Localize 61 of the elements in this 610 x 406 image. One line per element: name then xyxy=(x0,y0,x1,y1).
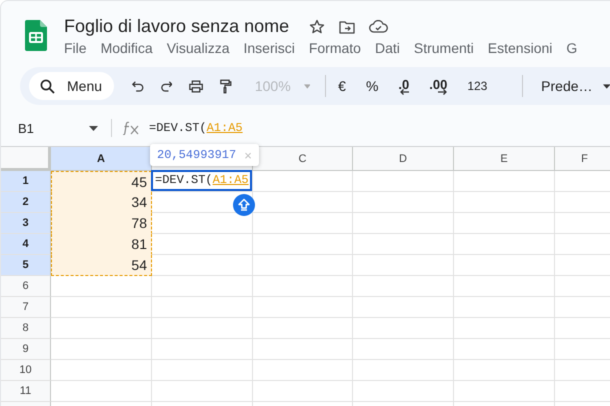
column-header[interactable]: F xyxy=(555,147,610,171)
arrow-icon xyxy=(400,89,410,95)
row-header[interactable]: 11 xyxy=(1,381,51,402)
currency-button[interactable]: € xyxy=(338,78,346,94)
preview-value: 20,54993917 xyxy=(157,148,236,162)
increase-decimals-button[interactable]: .00 xyxy=(429,79,448,95)
arrow-icon xyxy=(438,89,448,95)
cloud-check-icon[interactable] xyxy=(369,20,388,33)
column-header[interactable]: E xyxy=(454,147,555,171)
menu-item[interactable]: Formato xyxy=(308,40,361,56)
row-header[interactable]: 4 xyxy=(1,234,51,255)
percent-button[interactable]: % xyxy=(366,78,378,94)
redo-icon[interactable] xyxy=(160,80,172,92)
table-cell: 81 xyxy=(51,234,152,255)
menu-item[interactable]: Inserisci xyxy=(243,40,295,56)
row-header[interactable]: 3 xyxy=(1,213,51,234)
menu-item[interactable]: Strumenti xyxy=(414,40,474,56)
range-reference: A1:A5 xyxy=(206,121,243,135)
folder-icon[interactable] xyxy=(339,20,356,34)
column-header[interactable]: A xyxy=(51,147,152,171)
search-label: Menu xyxy=(67,78,102,94)
menu-item[interactable]: Modifica xyxy=(100,40,153,56)
function-icon xyxy=(123,121,140,135)
table-cell: 54 xyxy=(51,255,152,276)
paint-roller-icon[interactable] xyxy=(220,78,232,94)
formula-text: =DEV.ST( xyxy=(149,121,207,135)
sheets-logo-icon[interactable] xyxy=(25,20,47,51)
menu-item[interactable]: Visualizza xyxy=(166,40,230,56)
row-header[interactable]: 7 xyxy=(1,297,51,318)
star-icon[interactable] xyxy=(309,18,326,34)
menu-item[interactable]: File xyxy=(64,40,87,56)
document-title[interactable]: Foglio di lavoro senza nome xyxy=(64,16,290,37)
row-header[interactable]: 6 xyxy=(1,276,51,297)
menu-item[interactable]: G xyxy=(566,40,578,56)
row-header[interactable]: 1 xyxy=(1,171,51,192)
range-reference: A1:A5 xyxy=(212,173,249,187)
number-format-button[interactable]: 123 xyxy=(467,79,488,93)
menu-search-field[interactable]: Menu xyxy=(29,72,114,100)
row-header[interactable]: 9 xyxy=(1,339,51,360)
name-box[interactable]: B1 xyxy=(18,120,89,136)
print-icon[interactable] xyxy=(189,78,204,94)
search-icon xyxy=(40,78,55,94)
column-header[interactable]: C xyxy=(253,147,353,171)
table-cell: 78 xyxy=(51,213,152,234)
table-cell: 34 xyxy=(51,192,152,213)
row-header[interactable]: 5 xyxy=(1,255,51,276)
row-header[interactable]: 8 xyxy=(1,318,51,339)
cell-editor[interactable]: =DEV.ST(A1:A5 xyxy=(151,170,252,191)
decrease-decimals-button[interactable]: .0 xyxy=(398,79,410,95)
row-header[interactable]: 2 xyxy=(1,192,51,213)
row-header[interactable]: 10 xyxy=(1,360,51,381)
caret-icon[interactable] xyxy=(602,84,610,88)
column-header[interactable]: D xyxy=(353,147,454,171)
caret-icon[interactable] xyxy=(89,126,98,130)
formula-text: =DEV.ST( xyxy=(155,173,213,187)
table-cell: 45 xyxy=(51,171,152,192)
expand-icon[interactable] xyxy=(233,194,255,216)
font-dropdown[interactable]: Prede… xyxy=(541,78,593,94)
menu-item[interactable]: Dati xyxy=(374,40,400,56)
menu-item[interactable]: Estensioni xyxy=(488,40,552,56)
undo-icon[interactable] xyxy=(132,80,144,92)
